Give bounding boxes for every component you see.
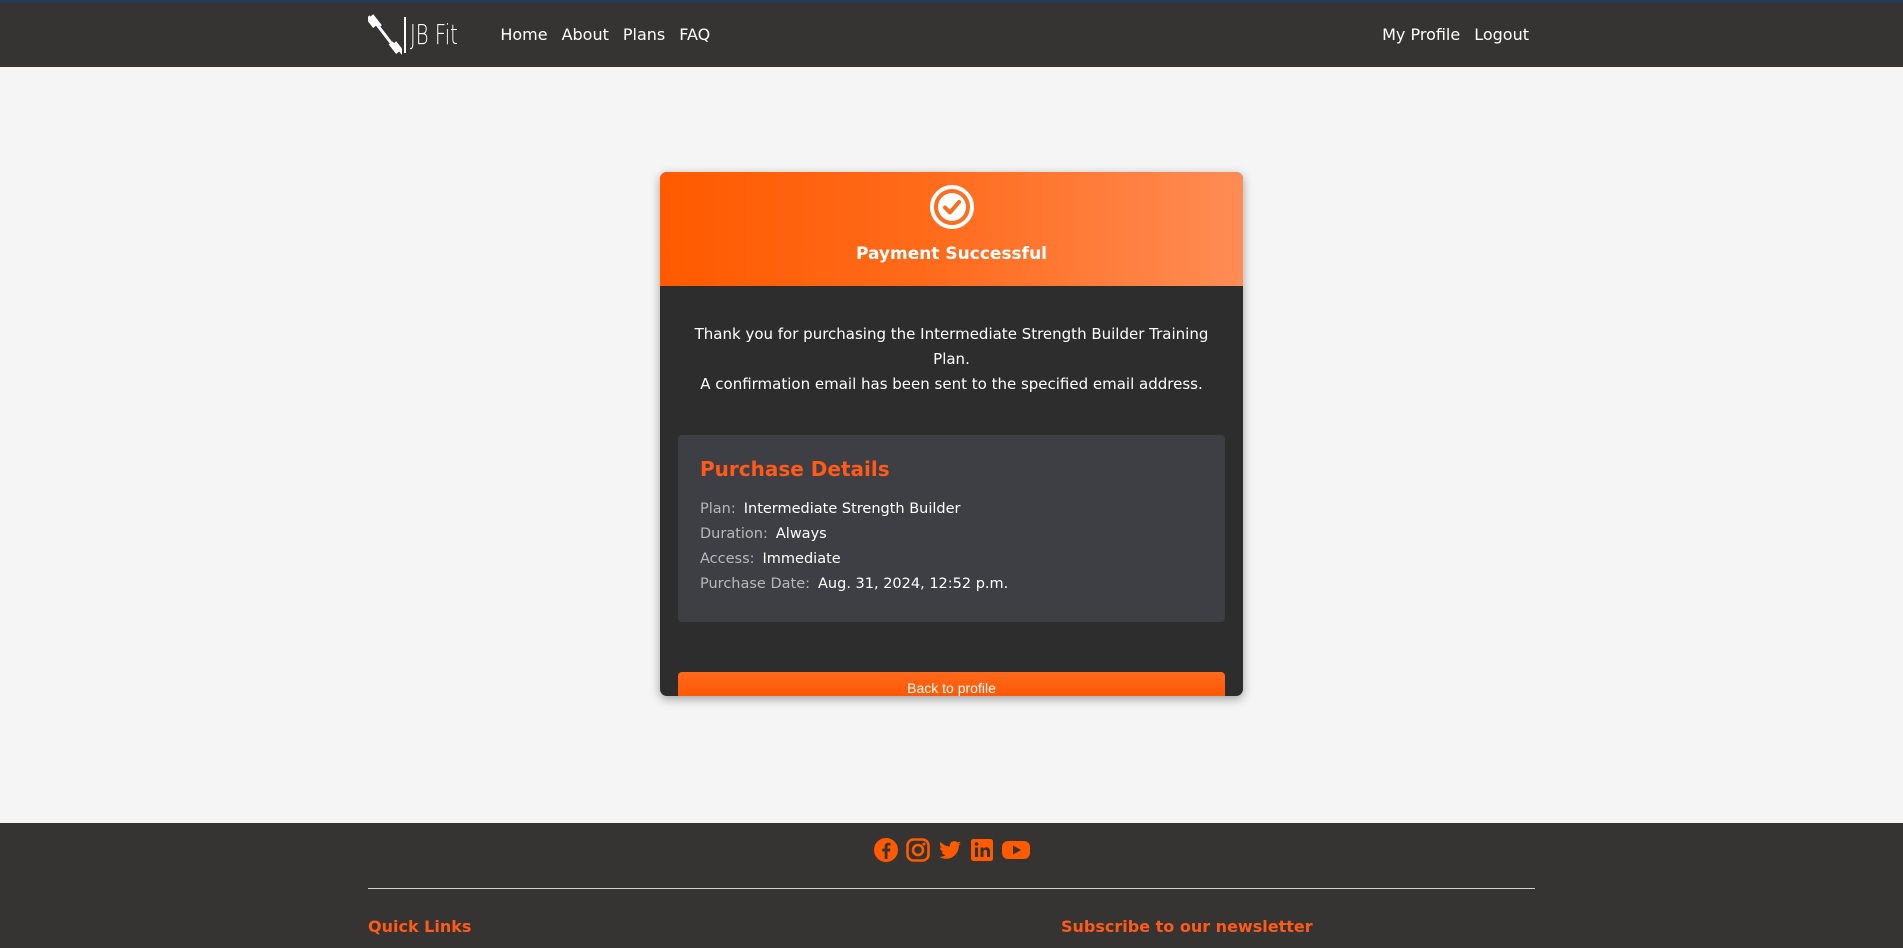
confirmation-message-line1: Thank you for purchasing the Intermediat…	[694, 325, 1209, 368]
detail-label: Access:	[700, 551, 755, 567]
logout-link[interactable]: Logout	[1474, 25, 1529, 44]
nav-faq-link[interactable]: FAQ	[679, 25, 710, 44]
twitter-icon[interactable]	[937, 837, 963, 863]
purchase-details: Purchase Details Plan: Intermediate Stren…	[678, 435, 1225, 622]
navbar: JB Fit Home About Plans FAQ My Profile L…	[0, 0, 1903, 67]
nav-plans-link[interactable]: Plans	[623, 25, 665, 44]
detail-label: Plan:	[700, 501, 736, 517]
nav-right: My Profile Logout	[1382, 25, 1529, 44]
my-profile-link[interactable]: My Profile	[1382, 25, 1460, 44]
detail-row-access: Access: Immediate	[700, 547, 1203, 572]
quick-links-heading: Quick Links	[368, 917, 472, 936]
card-body: Thank you for purchasing the Intermediat…	[660, 286, 1243, 696]
detail-label: Purchase Date:	[700, 576, 810, 592]
social-links	[0, 837, 1903, 863]
nav-links: Home About Plans FAQ	[500, 25, 710, 44]
detail-label: Duration:	[700, 526, 768, 542]
detail-value: Always	[775, 526, 827, 542]
dumbbell-icon	[368, 13, 402, 55]
purchase-details-title: Purchase Details	[700, 457, 890, 481]
instagram-icon[interactable]	[905, 837, 931, 863]
youtube-icon[interactable]	[1001, 837, 1031, 863]
detail-value: Immediate	[762, 551, 841, 567]
footer: Quick Links Subscribe to our newsletter	[0, 823, 1903, 948]
detail-value: Intermediate Strength Builder	[743, 501, 961, 517]
detail-row-plan: Plan: Intermediate Strength Builder	[700, 497, 1203, 522]
linkedin-icon[interactable]	[969, 837, 995, 863]
card-title: Payment Successful	[855, 244, 1048, 264]
logo-divider	[404, 16, 406, 53]
back-to-profile-button[interactable]: Back to profile	[678, 672, 1225, 696]
check-circle-icon	[929, 185, 974, 229]
nav-about-link[interactable]: About	[562, 25, 609, 44]
navbar-inner: JB Fit Home About Plans FAQ My Profile L…	[368, 2, 1535, 67]
logo-text: JB Fit	[410, 18, 458, 51]
detail-row-duration: Duration: Always	[700, 522, 1203, 547]
card-header: Payment Successful	[660, 172, 1243, 286]
nav-home-link[interactable]: Home	[500, 25, 547, 44]
detail-value: Aug. 31, 2024, 12:52 p.m.	[818, 576, 1009, 592]
detail-row-purchase-date: Purchase Date: Aug. 31, 2024, 12:52 p.m.	[700, 572, 1203, 597]
payment-success-card: Payment Successful Thank you for purchas…	[660, 172, 1243, 696]
newsletter-heading: Subscribe to our newsletter	[1061, 917, 1313, 936]
confirmation-message-line2: A confirmation email has been sent to th…	[700, 375, 1203, 393]
footer-divider	[368, 888, 1535, 889]
facebook-icon[interactable]	[873, 837, 899, 863]
logo[interactable]: JB Fit	[368, 13, 478, 57]
